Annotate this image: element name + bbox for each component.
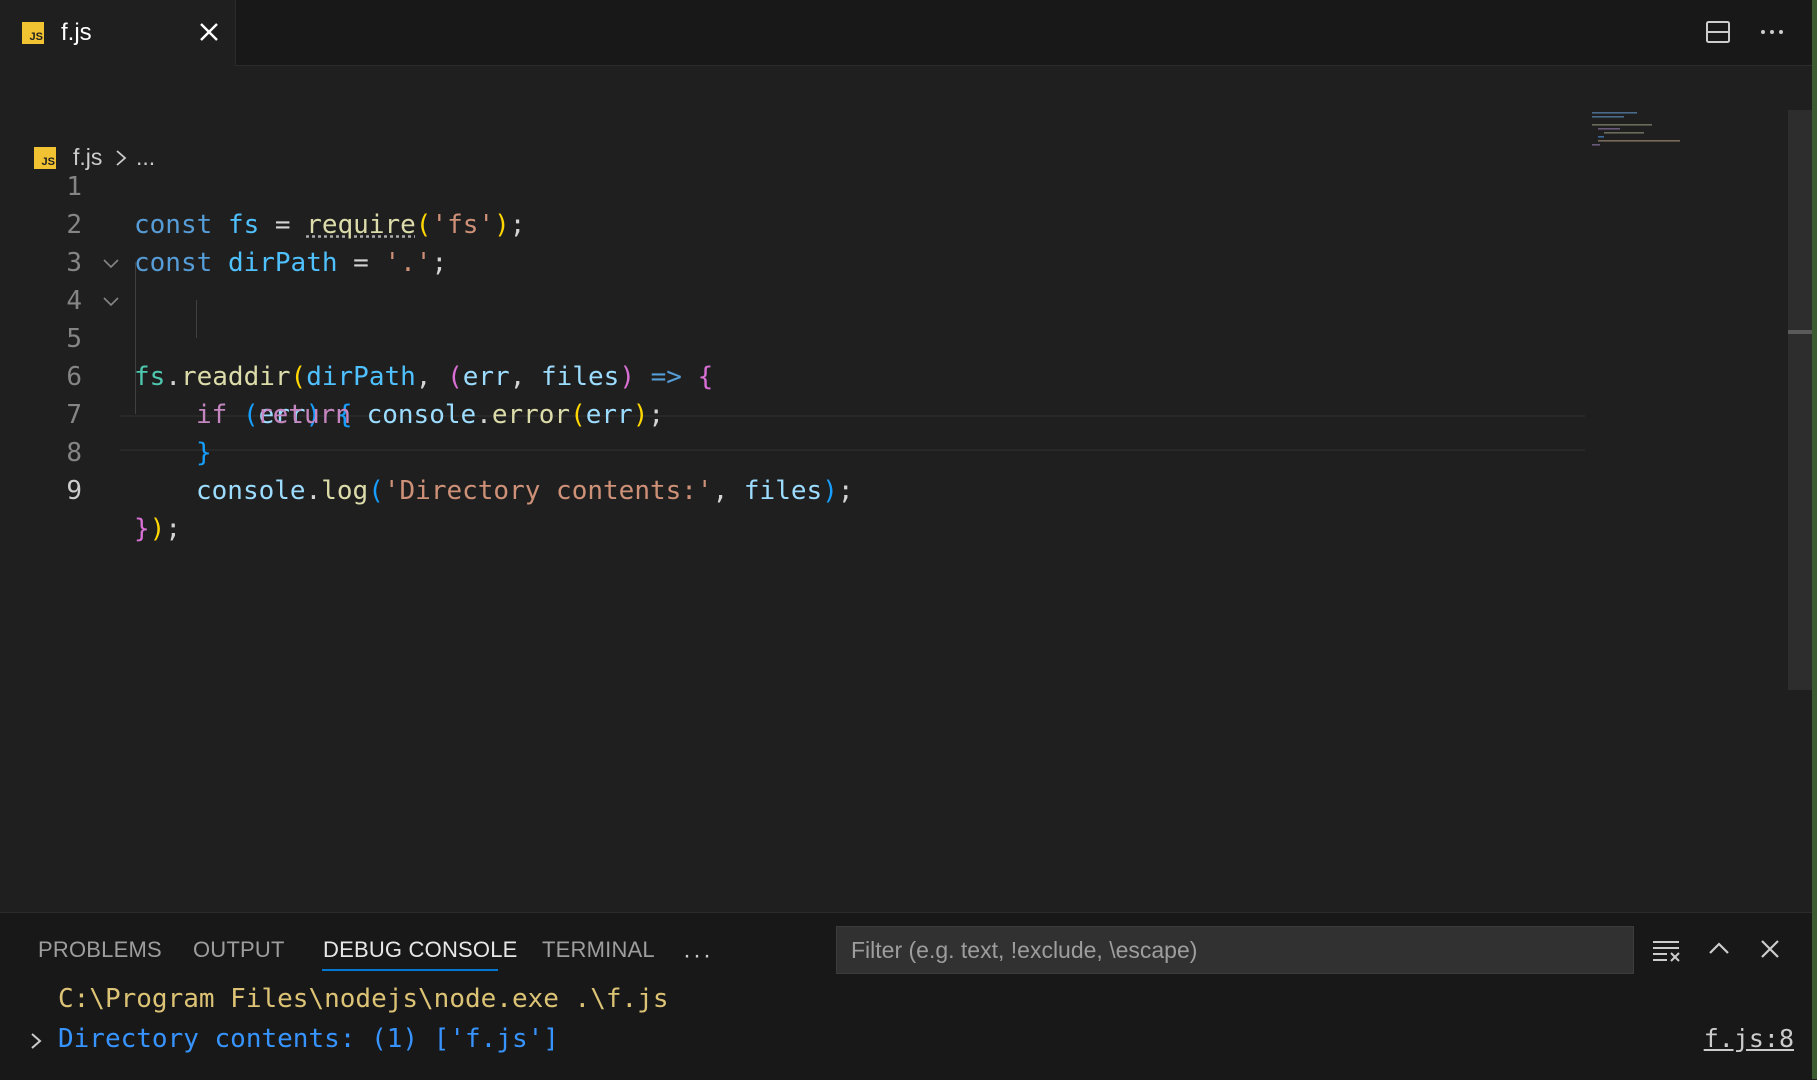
code-line: 6 return console.error(err);	[0, 320, 1590, 430]
code-line: 7 }	[0, 358, 1590, 468]
close-icon[interactable]	[1756, 935, 1784, 963]
editor-tab-bar: JS f.js	[0, 0, 1817, 66]
code-editor[interactable]: 1 const fs = require('fs'); 2 const dirP…	[0, 110, 1790, 910]
console-line: C:\Program Files\nodejs\node.exe .\f.js	[58, 984, 669, 1014]
code-line: 4 fs.readdir(dirPath, (err, files) => {	[0, 244, 1590, 392]
tab-output[interactable]: OUTPUT	[193, 937, 285, 963]
js-file-icon: JS	[22, 22, 44, 44]
tab-terminal[interactable]: TERMINAL	[542, 937, 655, 963]
tab-label: f.js	[61, 19, 92, 46]
code-line: 2 const dirPath = '.';	[0, 168, 1590, 278]
active-tab-underline	[322, 969, 498, 971]
console-filter-input[interactable]	[836, 926, 1634, 974]
code-line: 3	[0, 206, 1590, 278]
breadcrumb: JS f.js ...	[0, 68, 1817, 170]
vertical-scrollbar[interactable]	[1788, 110, 1812, 690]
minimap[interactable]	[1590, 110, 1690, 150]
code-line: 8 console.log('Directory contents:', fil…	[0, 396, 1590, 506]
window-edge	[1812, 0, 1817, 1079]
more-actions-icon[interactable]	[1756, 18, 1788, 46]
fold-chevron-icon[interactable]	[101, 291, 121, 311]
fold-chevron-icon[interactable]	[101, 253, 121, 273]
line-number: 9	[66, 476, 82, 506]
tab-f-js[interactable]: JS f.js	[0, 0, 236, 66]
close-icon[interactable]	[195, 17, 223, 47]
split-editor-icon[interactable]	[1704, 18, 1732, 46]
console-source-link[interactable]: f.js:8	[1704, 1021, 1794, 1057]
scrollbar-cursor-marker	[1788, 330, 1812, 334]
clear-console-icon[interactable]	[1651, 935, 1681, 965]
tab-debug-console[interactable]: DEBUG CONSOLE	[323, 937, 518, 963]
code-line: 5 if (err) {	[0, 282, 1590, 430]
panel-more-icon[interactable]: ···	[683, 942, 713, 970]
code-line: 1 const fs = require('fs');	[0, 130, 1590, 240]
chevron-right-icon[interactable]	[28, 1031, 44, 1051]
console-line: Directory contents: (1) ['f.js']	[58, 1024, 559, 1054]
tab-problems[interactable]: PROBLEMS	[38, 937, 162, 963]
chevron-up-icon[interactable]	[1705, 935, 1733, 963]
code-text: console.log('Directory contents:', files…	[196, 476, 854, 506]
code-line: 9 });	[0, 434, 1590, 544]
code-text: });	[134, 514, 181, 544]
bottom-panel: PROBLEMS OUTPUT DEBUG CONSOLE TERMINAL ·…	[0, 912, 1812, 1080]
